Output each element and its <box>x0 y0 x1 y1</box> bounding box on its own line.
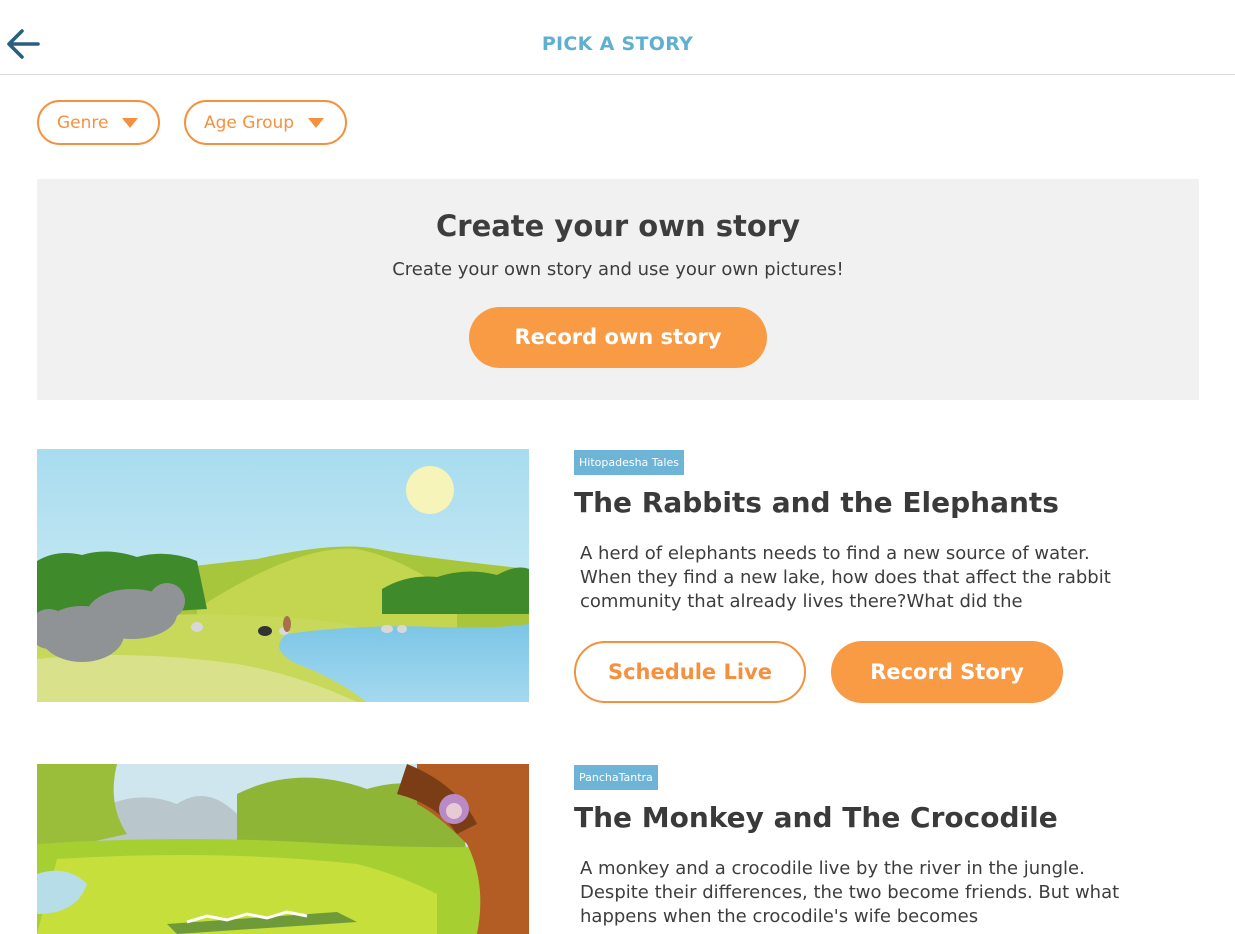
create-story-subtitle: Create your own story and use your own p… <box>392 259 844 280</box>
header-bar: PICK A STORY <box>0 0 1235 75</box>
savanna-lake-illustration <box>37 449 529 702</box>
genre-filter-dropdown[interactable]: Genre <box>37 100 160 145</box>
caret-down-icon <box>308 117 325 128</box>
age-group-filter-label: Age Group <box>204 112 295 133</box>
jungle-river-illustration <box>37 764 529 934</box>
page-title: PICK A STORY <box>541 33 694 55</box>
story-description: A herd of elephants needs to find a new … <box>580 543 1111 612</box>
story-title: The Monkey and The Crocodile <box>574 801 1058 834</box>
story-thumbnail-monkey-crocodile[interactable] <box>37 764 529 934</box>
story-title: The Rabbits and the Elephants <box>574 486 1059 519</box>
caret-down-icon <box>122 117 139 128</box>
genre-tag: PanchaTantra <box>574 765 658 790</box>
record-own-story-button[interactable]: Record own story <box>469 307 767 368</box>
create-story-title: Create your own story <box>435 209 801 243</box>
record-story-button[interactable]: Record Story <box>831 641 1063 703</box>
genre-tag: Hitopadesha Tales <box>574 450 684 475</box>
create-story-panel: Create your own story Create your own st… <box>37 179 1199 400</box>
genre-filter-label: Genre <box>57 112 109 133</box>
schedule-live-button[interactable]: Schedule Live <box>574 641 806 703</box>
story-thumbnail-rabbits-elephants[interactable] <box>37 449 529 702</box>
story-description: A monkey and a crocodile live by the riv… <box>580 858 1120 927</box>
age-group-filter-dropdown[interactable]: Age Group <box>184 100 347 145</box>
